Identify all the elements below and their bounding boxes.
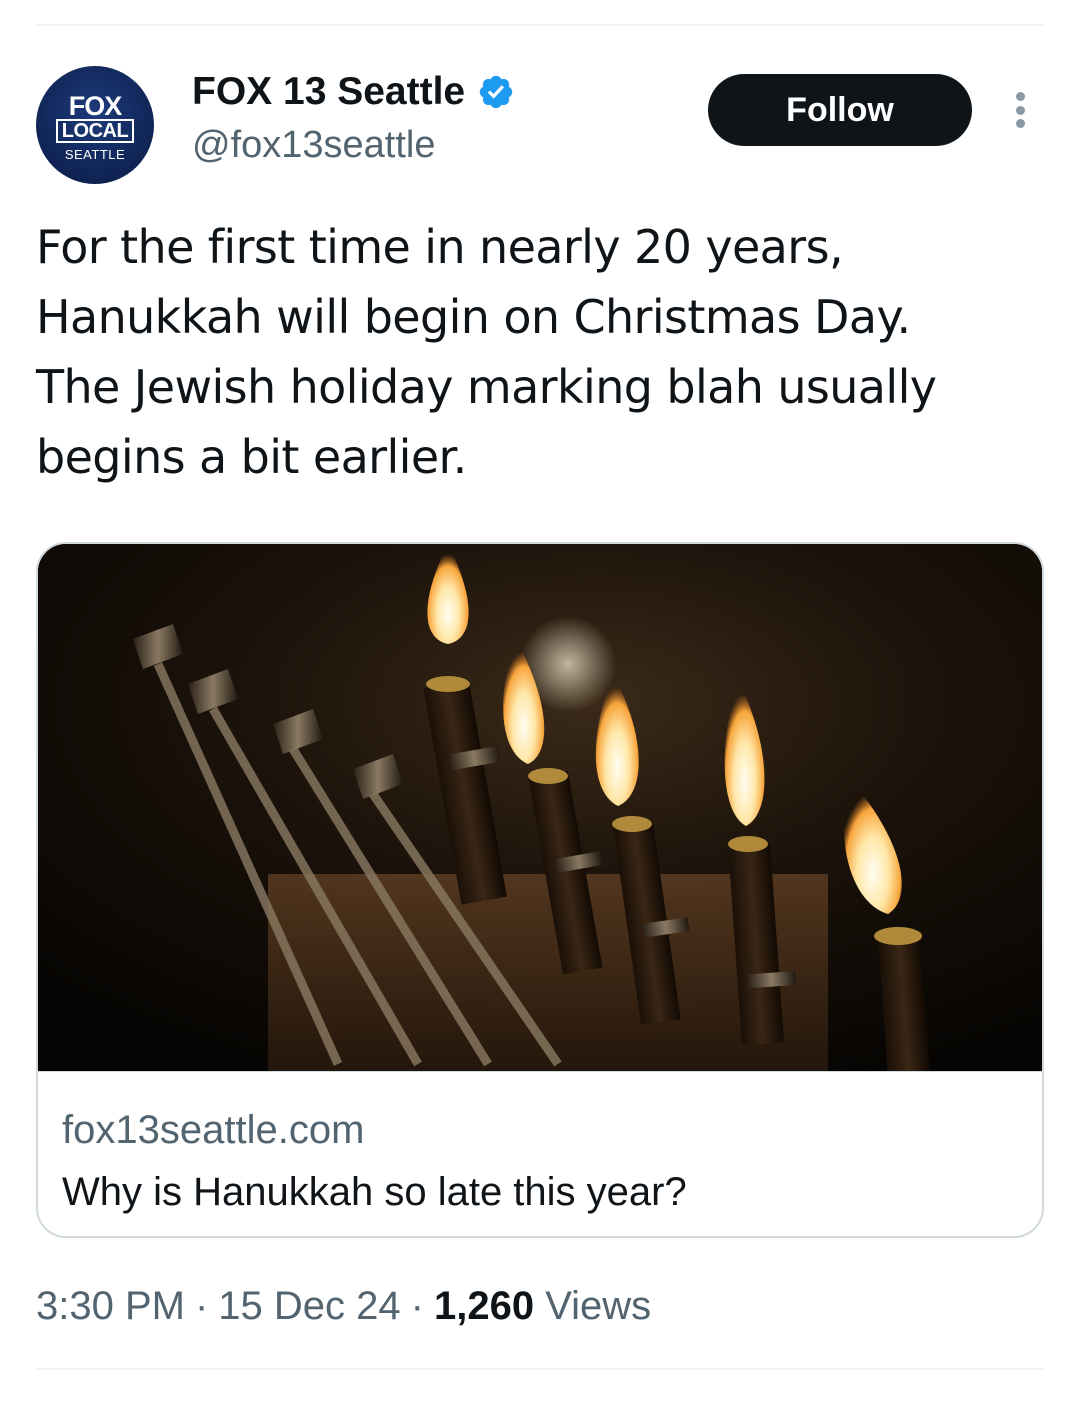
tweet-text-line: Hanukkah will begin on Christmas Day. <box>36 290 911 344</box>
views-label: Views <box>545 1284 652 1328</box>
avatar[interactable]: FOX LOCAL SEATTLE <box>36 66 154 184</box>
tweet-text-line: begins a bit earlier. <box>36 430 467 484</box>
top-divider <box>36 24 1044 26</box>
meta-separator: · <box>194 1284 209 1328</box>
tweet-text: For the first time in nearly 20 years, H… <box>36 212 1046 492</box>
more-dot <box>1015 119 1025 128</box>
more-dot <box>1015 105 1025 115</box>
author-name-text: FOX 13 Seattle <box>192 70 466 113</box>
views-count: 1,260 <box>433 1284 535 1328</box>
author-handle[interactable]: @fox13seattle <box>192 124 436 167</box>
card-title: Why is Hanukkah so late this year? <box>62 1170 687 1214</box>
tweet-timestamp-time[interactable]: 3:30 PM <box>36 1284 185 1329</box>
tweet-text-line: For the first time in nearly 20 years, <box>36 220 844 274</box>
more-options-icon[interactable] <box>1004 88 1036 132</box>
bottom-divider <box>36 1368 1044 1370</box>
link-preview-card[interactable]: fox13seattle.com Why is Hanukkah so late… <box>36 542 1044 1238</box>
author-display-name[interactable]: FOX 13 Seattle <box>192 70 515 114</box>
avatar-logo-fox: FOX <box>68 90 123 121</box>
avatar-logo-local: LOCAL <box>55 118 135 143</box>
follow-button[interactable]: Follow <box>708 74 972 146</box>
avatar-logo-city: SEATTLE <box>64 146 126 162</box>
tweet-timestamp-date[interactable]: 15 Dec 24 <box>218 1284 400 1329</box>
menorah-candles-image <box>38 544 1042 1071</box>
verified-badge-icon <box>479 75 513 109</box>
meta-separator: · <box>410 1284 424 1328</box>
card-meta: fox13seattle.com Why is Hanukkah so late… <box>38 1071 1042 1236</box>
more-dot <box>1015 92 1025 101</box>
card-domain: fox13seattle.com <box>62 1108 365 1152</box>
tweet-meta: 3:30 PM · 15 Dec 24 · 1,260 Views <box>36 1284 651 1329</box>
tweet-text-line: The Jewish holiday marking blah usually <box>36 360 937 414</box>
